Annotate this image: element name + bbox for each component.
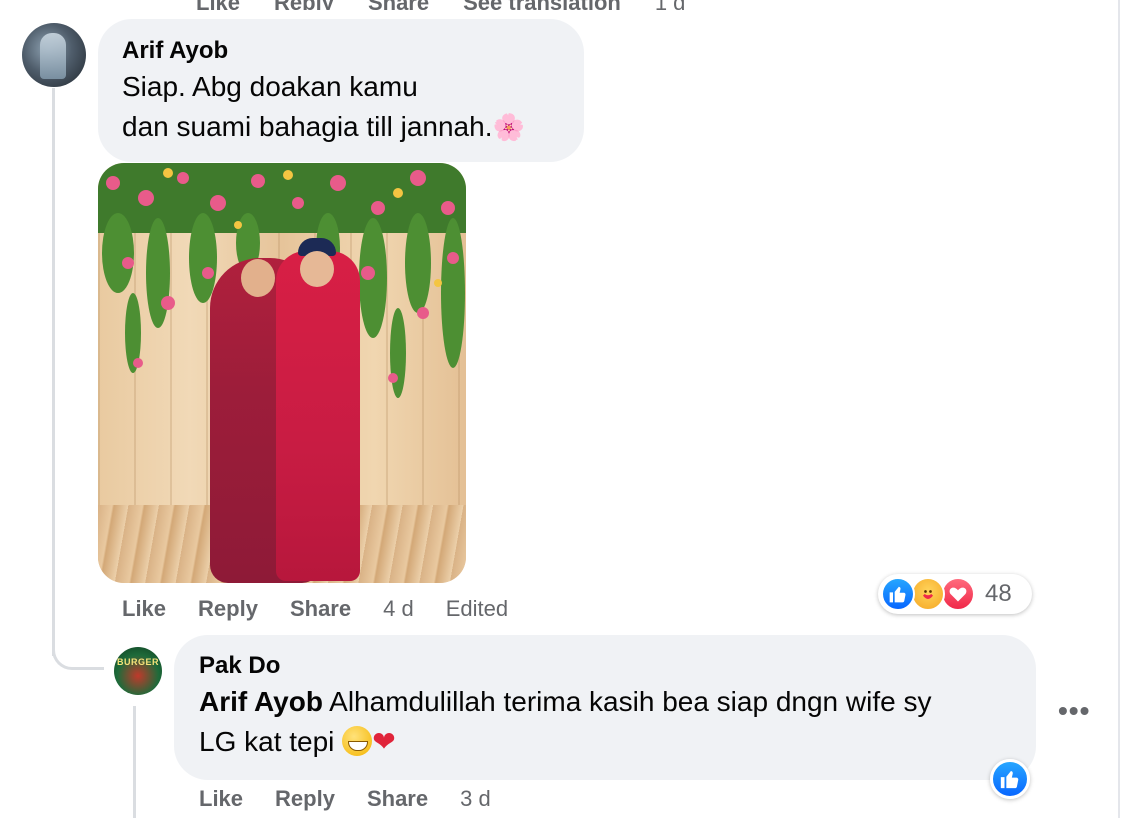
avatar[interactable]: BURGER <box>114 647 162 695</box>
see-translation-link[interactable]: See translation <box>463 0 621 10</box>
previous-comment-actions: Like Reply Share See translation 1 d <box>196 0 719 10</box>
like-icon <box>881 577 915 611</box>
edited-label: Edited <box>445 596 509 621</box>
comment-text-line: dan suami bahagia till jannah.🌸 <box>122 107 560 148</box>
comment-text-line: LG kat tepi ❤ <box>199 722 1011 762</box>
reactions-summary[interactable]: 48 <box>878 574 1032 614</box>
comment-text-segment: Alhamdulillah terima kasih bea siap dngn… <box>322 686 932 717</box>
reply-bubble: Pak Do Arif Ayob Alhamdulillah terima ka… <box>174 635 1036 780</box>
right-panel-divider <box>1118 0 1120 818</box>
like-link[interactable]: Like <box>196 0 240 10</box>
reply-link[interactable]: Reply <box>198 596 258 622</box>
love-icon <box>941 577 975 611</box>
comment-author[interactable]: Arif Ayob <box>122 37 560 65</box>
share-link[interactable]: Share <box>368 0 429 10</box>
like-link[interactable]: Like <box>199 786 243 812</box>
mention-link[interactable]: Arif Ayob <box>199 686 323 717</box>
comment-bubble: Arif Ayob Siap. Abg doakan kamu dan suam… <box>98 19 584 162</box>
care-icon <box>911 577 945 611</box>
comment-text-segment: dan suami bahagia till jannah. <box>122 111 493 142</box>
comment-timestamp[interactable]: 1 d <box>655 0 686 10</box>
comment-photo[interactable] <box>98 163 466 583</box>
like-link[interactable]: Like <box>122 596 166 622</box>
comment-timestamp[interactable]: 4 d <box>383 596 414 622</box>
thread-connector <box>52 630 104 670</box>
reaction-count: 48 <box>985 580 1012 607</box>
comment-text: Arif Ayob Alhamdulillah terima kasih bea… <box>199 682 1011 762</box>
grinning-sweat-emoji <box>342 726 373 756</box>
cherry-blossom-emoji: 🌸 <box>492 113 525 143</box>
share-link[interactable]: Share <box>290 596 351 622</box>
comment-author[interactable]: Pak Do <box>199 652 1011 680</box>
avatar[interactable] <box>22 23 86 87</box>
avatar-logo-text: BURGER <box>116 657 159 667</box>
comment-text-line: Siap. Abg doakan kamu <box>122 71 418 102</box>
like-reaction-badge[interactable] <box>990 759 1030 799</box>
thread-line <box>52 88 55 656</box>
comment-text-segment: LG kat tepi <box>199 726 343 757</box>
comment-text: Siap. Abg doakan kamu dan suami bahagia … <box>122 67 560 148</box>
more-options-icon[interactable]: ••• <box>1058 695 1090 727</box>
reply-actions: Like Reply Share 3 d <box>199 786 523 812</box>
comment-actions: Like Reply Share 4 d Edited <box>122 596 540 622</box>
like-icon <box>1000 771 1019 789</box>
reply-link[interactable]: Reply <box>274 0 334 10</box>
comment-timestamp[interactable]: 3 d <box>460 786 491 812</box>
thread-line-reply <box>133 706 136 818</box>
reply-link[interactable]: Reply <box>275 786 335 812</box>
share-link[interactable]: Share <box>367 786 428 812</box>
red-heart-emoji: ❤ <box>372 725 396 758</box>
comment-text-line: Arif Ayob Alhamdulillah terima kasih bea… <box>199 682 1011 722</box>
